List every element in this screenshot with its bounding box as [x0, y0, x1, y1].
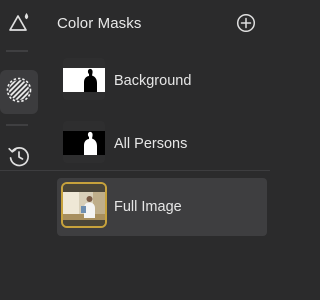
list-divider [0, 170, 270, 171]
tool-rail [0, 0, 40, 300]
mask-item-full-image[interactable]: Full Image [57, 178, 267, 236]
rail-tool-color[interactable] [0, 8, 38, 40]
mask-thumbnail [63, 184, 105, 226]
mask-label: All Persons [114, 136, 188, 152]
plus-circle-icon [236, 13, 256, 38]
mask-item-background[interactable]: Background [57, 52, 267, 110]
mask-item-all-persons[interactable]: All Persons [57, 115, 267, 173]
color-masks-panel: Color Masks Background All Persons Full … [0, 0, 270, 300]
rail-tool-masking[interactable] [0, 70, 38, 114]
rail-divider [6, 124, 28, 126]
mask-label: Full Image [114, 199, 182, 215]
triangle-droplet-icon [7, 11, 31, 38]
hatched-circle-icon [5, 76, 33, 109]
add-mask-button[interactable] [236, 13, 256, 38]
mask-label: Background [114, 73, 192, 89]
rail-divider [6, 50, 28, 52]
mask-thumbnail [63, 121, 105, 163]
history-clock-icon [6, 143, 32, 174]
mask-thumbnail [63, 58, 105, 100]
panel-title: Color Masks [57, 15, 142, 32]
